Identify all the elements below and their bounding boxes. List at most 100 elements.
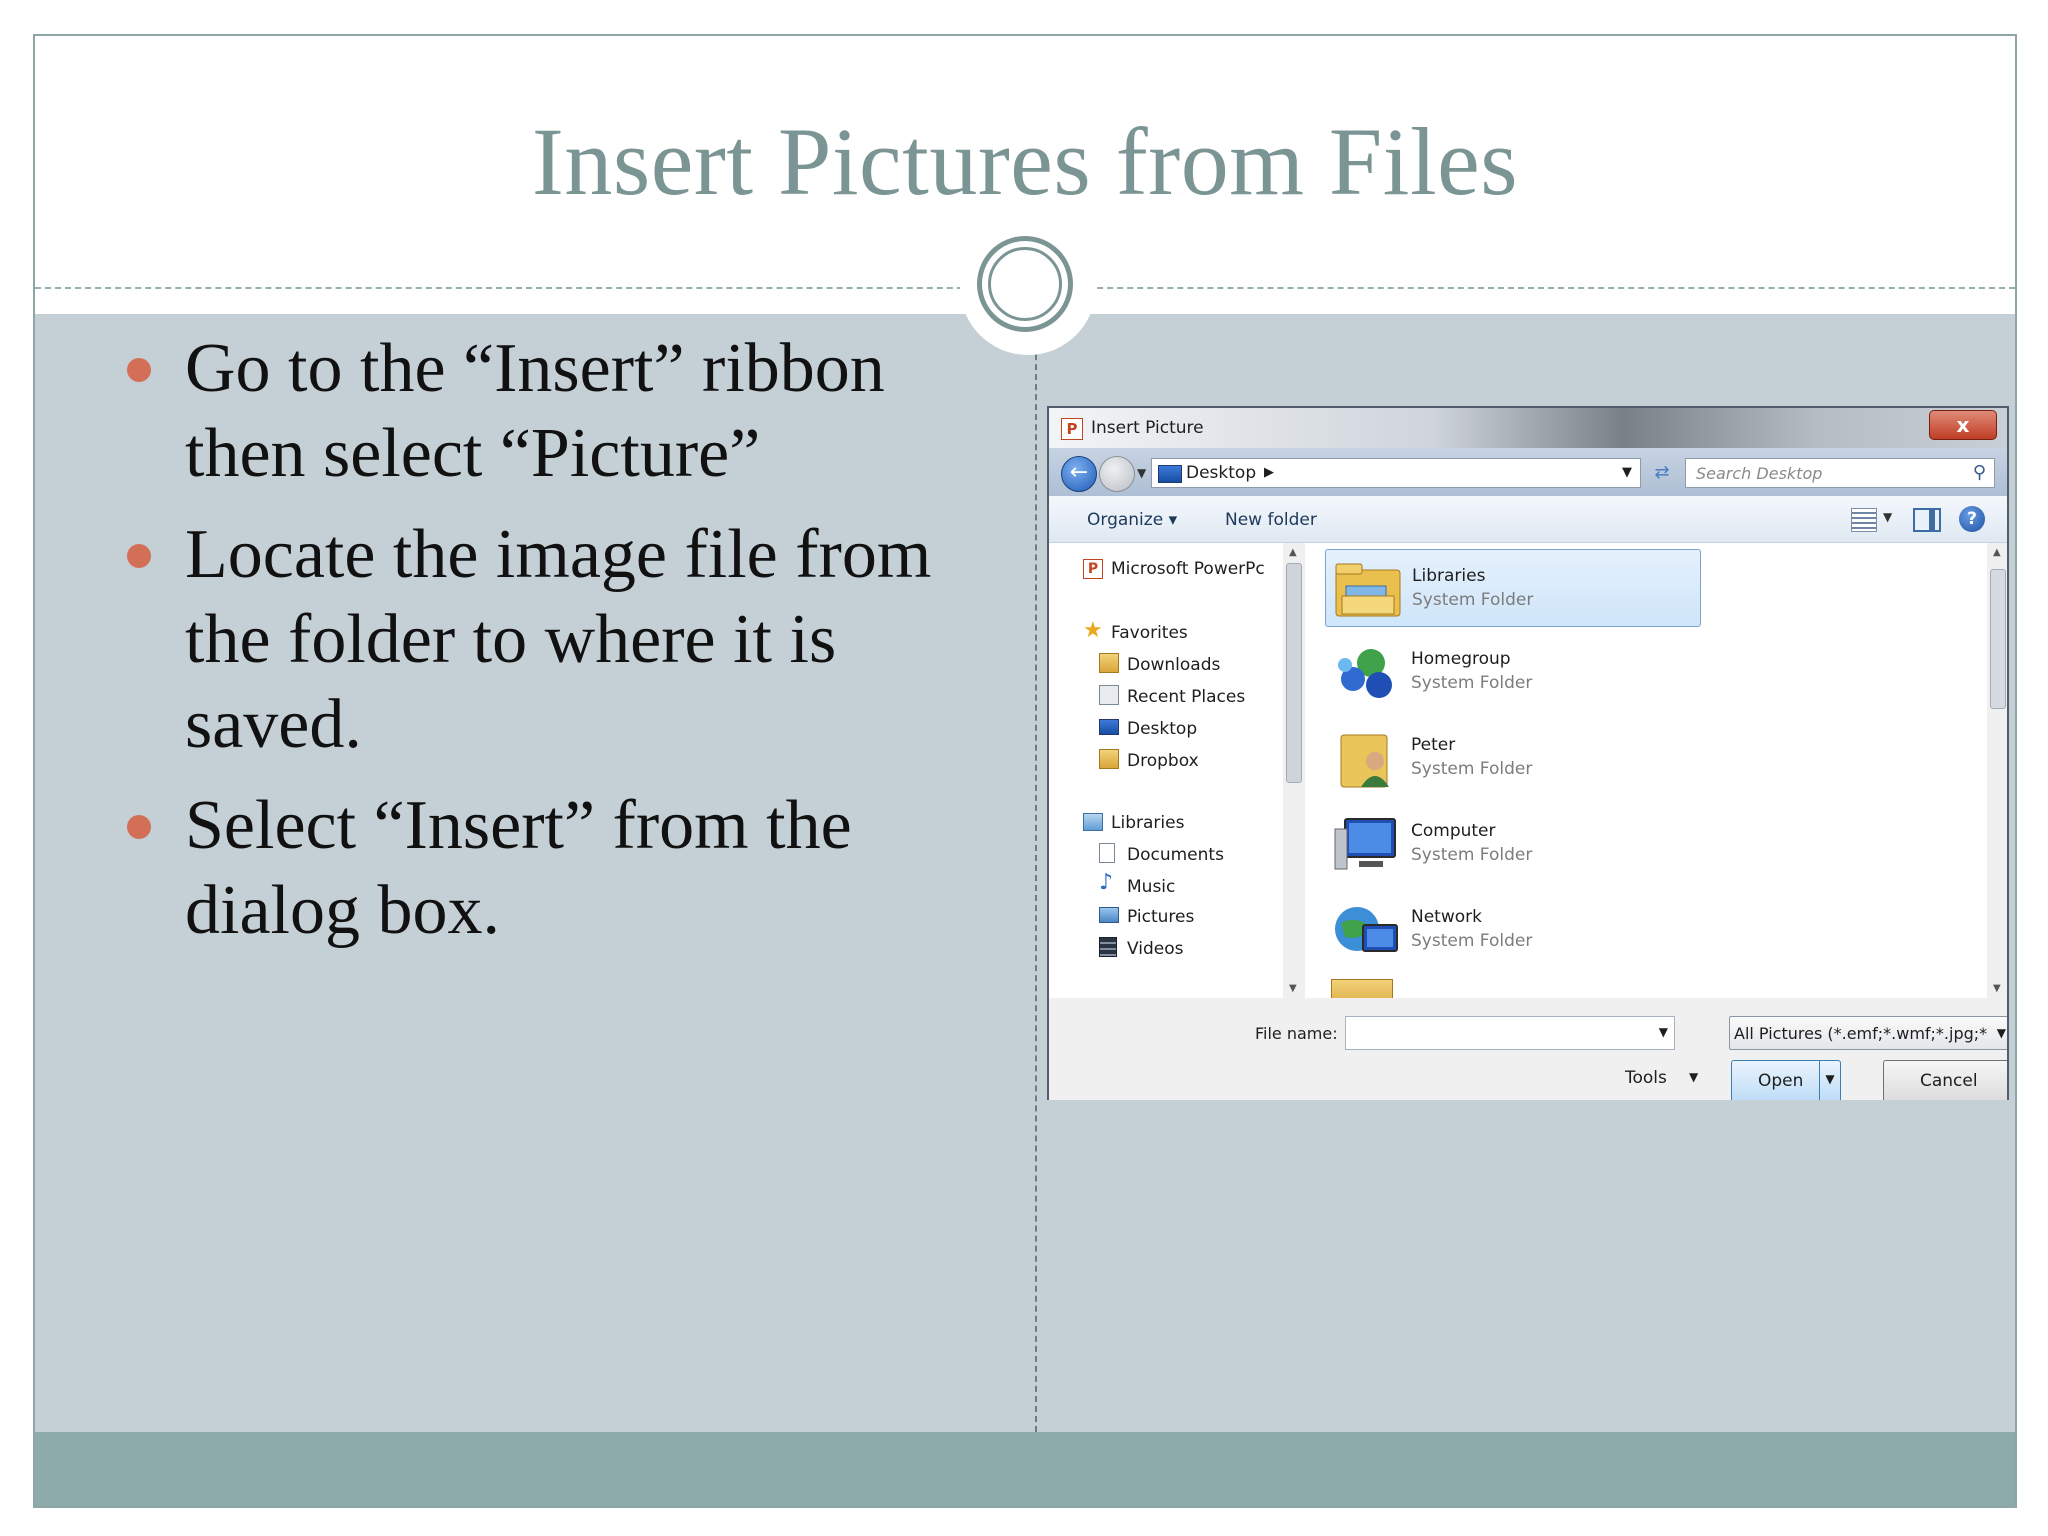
address-dropdown-icon[interactable]: ▼ (1622, 465, 1632, 480)
file-type-select[interactable]: All Pictures (*.emf;*.wmf;*.jpg;* ▼ (1729, 1016, 2007, 1050)
list-item[interactable]: Libraries System Folder (1325, 549, 1701, 627)
slide-title: Insert Pictures from Files (531, 108, 1519, 215)
bullet-item: Locate the image file from the folder to… (103, 512, 983, 767)
list-item[interactable]: Peter System Folder (1325, 719, 1701, 797)
file-type-dropdown-icon[interactable]: ▼ (1997, 1026, 2006, 1040)
refresh-icon[interactable]: ⇄ (1647, 458, 1677, 488)
network-icon (1331, 897, 1403, 963)
scroll-thumb[interactable] (1286, 563, 1302, 783)
item-type: System Folder (1411, 931, 1533, 951)
nav-item-pictures[interactable]: Pictures (1127, 907, 1194, 927)
ornament-circle-icon (977, 236, 1073, 332)
column-divider (1035, 314, 1037, 1432)
search-icon[interactable]: ⚲ (1973, 462, 1986, 483)
back-button[interactable]: ← (1061, 456, 1097, 492)
item-name: Computer (1411, 821, 1496, 841)
file-list: Libraries System Folder Homegroup System… (1305, 543, 1987, 998)
item-type: System Folder (1411, 673, 1533, 693)
item-name: Libraries (1412, 566, 1486, 586)
scroll-up-icon[interactable]: ▲ (1289, 547, 1297, 558)
search-placeholder: Search Desktop (1696, 464, 1823, 483)
bullet-dot-icon (127, 544, 151, 568)
nav-item-favorites[interactable]: Favorites (1111, 623, 1188, 643)
new-folder-button[interactable]: New folder (1225, 510, 1317, 530)
forward-button[interactable] (1099, 456, 1135, 492)
slide-footer-bar (35, 1432, 2015, 1506)
nav-item-downloads[interactable]: Downloads (1127, 655, 1220, 675)
partial-folder-icon (1331, 979, 1393, 998)
view-options-icon[interactable] (1851, 508, 1877, 532)
nav-item-libraries[interactable]: Libraries (1111, 813, 1184, 833)
cancel-button[interactable]: Cancel (1883, 1060, 2007, 1100)
recent-places-icon (1099, 685, 1119, 705)
user-folder-icon (1331, 725, 1403, 791)
file-type-value: All Pictures (*.emf;*.wmf;*.jpg;* (1734, 1024, 1988, 1043)
powerpoint-icon: P (1061, 418, 1083, 440)
nav-item-desktop[interactable]: Desktop (1127, 719, 1197, 739)
open-button[interactable]: Open ▼ (1731, 1060, 1841, 1100)
organize-button[interactable]: Organize ▾ (1087, 510, 1177, 530)
item-type: System Folder (1411, 845, 1533, 865)
search-input[interactable]: Search Desktop ⚲ (1685, 458, 1995, 488)
bullet-item: Select “Insert” from the dialog box. (103, 783, 983, 953)
videos-icon (1099, 937, 1117, 957)
history-dropdown-icon[interactable]: ▼ (1137, 466, 1146, 480)
dialog-titlebar: P Insert Picture x (1049, 408, 2007, 448)
insert-picture-dialog: P Insert Picture x ← ▼ Desktop ▶ ▼ ⇄ Sea… (1047, 406, 2009, 1100)
favorites-star-icon: ★ (1083, 618, 1103, 643)
desktop-icon (1099, 719, 1119, 735)
scroll-up-icon[interactable]: ▲ (1993, 547, 2001, 558)
file-name-input[interactable]: ▼ (1345, 1016, 1675, 1050)
bullet-dot-icon (127, 815, 151, 839)
list-item[interactable]: Computer System Folder (1325, 805, 1701, 883)
slide: Insert Pictures from Files Go to the “In… (33, 34, 2017, 1508)
open-button-label: Open (1758, 1071, 1804, 1091)
bullet-list: Go to the “Insert” ribbon then select “P… (103, 326, 983, 969)
nav-item-recent-places[interactable]: Recent Places (1127, 687, 1245, 707)
music-icon: ♪ (1099, 870, 1114, 895)
open-split-dropdown-icon[interactable]: ▼ (1819, 1061, 1840, 1100)
nav-item-videos[interactable]: Videos (1127, 939, 1184, 959)
list-item[interactable]: Homegroup System Folder (1325, 633, 1701, 711)
dialog-title: Insert Picture (1091, 418, 1204, 438)
pictures-icon (1099, 907, 1119, 923)
close-button[interactable]: x (1929, 410, 1997, 440)
homegroup-icon (1331, 639, 1403, 705)
item-type: System Folder (1412, 590, 1534, 610)
file-name-label: File name: (1255, 1024, 1338, 1043)
nav-item-documents[interactable]: Documents (1127, 845, 1224, 865)
list-item[interactable]: Network System Folder (1325, 891, 1701, 969)
view-dropdown-icon[interactable]: ▼ (1883, 510, 1892, 524)
dialog-footer: File name: ▼ All Pictures (*.emf;*.wmf;*… (1049, 998, 2007, 1100)
tools-button[interactable]: Tools (1625, 1068, 1667, 1088)
dropbox-folder-icon (1099, 749, 1119, 769)
nav-scrollbar[interactable]: ▲ ▼ (1283, 543, 1305, 998)
item-name: Peter (1411, 735, 1456, 755)
bullet-dot-icon (127, 358, 151, 382)
address-bar[interactable]: Desktop ▶ ▼ (1151, 458, 1641, 488)
downloads-folder-icon (1099, 653, 1119, 673)
item-name: Network (1411, 907, 1482, 927)
scroll-thumb[interactable] (1990, 569, 2006, 709)
navigation-pane: P Microsoft PowerPc ★ Favorites Download… (1049, 543, 1284, 998)
bullet-item: Go to the “Insert” ribbon then select “P… (103, 326, 983, 496)
tools-dropdown-icon[interactable]: ▼ (1689, 1070, 1698, 1084)
scroll-down-icon[interactable]: ▼ (1289, 983, 1297, 994)
nav-item-music[interactable]: Music (1127, 877, 1175, 897)
libraries-icon (1083, 813, 1103, 831)
nav-item-dropbox[interactable]: Dropbox (1127, 751, 1199, 771)
address-text: Desktop (1186, 463, 1257, 483)
scroll-down-icon[interactable]: ▼ (1993, 983, 2001, 994)
breadcrumb-arrow-icon[interactable]: ▶ (1264, 465, 1274, 480)
powerpoint-icon: P (1083, 559, 1103, 579)
help-icon[interactable]: ? (1959, 506, 1985, 532)
desktop-icon (1158, 465, 1182, 483)
preview-pane-icon[interactable] (1913, 508, 1941, 532)
nav-item-powerpoint[interactable]: Microsoft PowerPc (1111, 559, 1265, 579)
command-toolbar: Organize ▾ New folder ▼ ? (1049, 496, 2007, 543)
documents-icon (1099, 843, 1115, 863)
libraries-folder-icon (1332, 556, 1404, 622)
content-scrollbar[interactable]: ▲ ▼ (1987, 543, 2007, 998)
item-name: Homegroup (1411, 649, 1511, 669)
file-name-dropdown-icon[interactable]: ▼ (1659, 1025, 1668, 1039)
